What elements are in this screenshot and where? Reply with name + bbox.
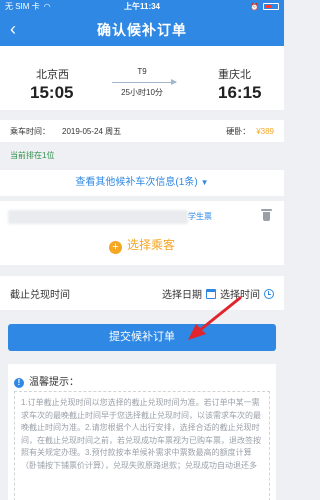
- info-icon: !: [14, 378, 24, 388]
- other-train-info-link[interactable]: 查看其他候补车次信息(1条) ▼: [0, 170, 284, 196]
- other-train-info-label: 查看其他候补车次信息(1条): [75, 177, 198, 188]
- tips-title: 温馨提示：: [29, 377, 79, 388]
- select-passenger-button[interactable]: + 选择乘客: [0, 236, 284, 254]
- pointer-arrow-icon: [188, 296, 242, 340]
- to-station: 重庆北: [218, 69, 251, 81]
- caret-down-icon: ▼: [200, 178, 209, 187]
- passenger-redacted-info: [8, 210, 188, 224]
- chevron-left-icon[interactable]: ‹: [10, 18, 16, 40]
- train-info-card: 北京西 15:05 T9 重庆北 16:15: [0, 46, 284, 110]
- page-title: 确认候补订单: [97, 21, 187, 38]
- deadline-label: 截止兑现时间: [10, 289, 70, 301]
- passenger-section: 学生票 + 选择乘客: [0, 201, 284, 265]
- queue-position: 当前排在1位: [0, 148, 284, 164]
- status-bar: 无 SIM 卡 ◠ 上午11:34 ⏰: [0, 0, 284, 13]
- ride-date-label: 乘车时间：: [10, 126, 50, 136]
- select-passenger-label: 选择乘客: [126, 238, 175, 252]
- tips-body: 1.订单截止兑现时间以您选择的截止兑现时间为准。若订单中某一需求车次的最晚截止时…: [14, 391, 270, 500]
- nav-bar: ‹ 确认候补订单: [0, 13, 284, 46]
- ticket-type-label[interactable]: 学生票: [188, 211, 212, 222]
- tips-header: ! 温馨提示：: [14, 373, 79, 388]
- battery-icon: [263, 3, 279, 10]
- trip-duration: 25小时10分: [121, 88, 163, 97]
- ride-date-value: 2019-05-24 周五: [62, 126, 122, 136]
- ticket-price: ¥389: [256, 126, 274, 136]
- clock-icon[interactable]: [264, 288, 274, 299]
- ride-info-row: 乘车时间： 2019-05-24 周五 硬卧： ¥389: [0, 120, 284, 142]
- route-arrow-icon: [112, 79, 177, 85]
- status-time: 上午11:34: [123, 2, 161, 11]
- trash-icon[interactable]: [261, 209, 272, 221]
- tips-panel: ! 温馨提示： 1.订单截止兑现时间以您选择的截止兑现时间为准。若订单中某一需求车…: [8, 364, 276, 500]
- seat-type-label: 硬卧：: [226, 126, 251, 136]
- plus-circle-icon: +: [108, 241, 122, 254]
